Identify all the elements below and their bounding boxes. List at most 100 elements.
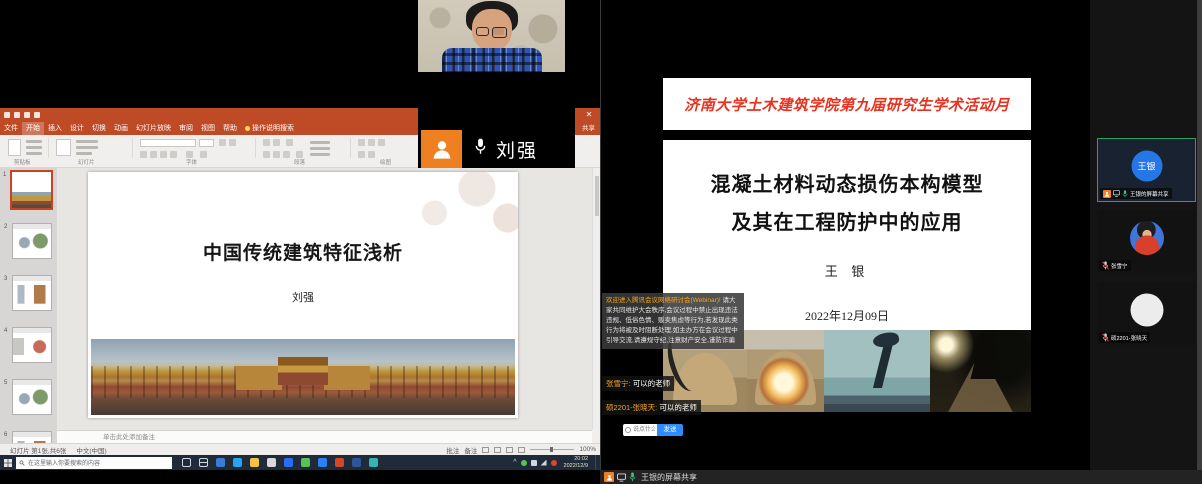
task-view-icon[interactable] <box>199 458 208 467</box>
close-icon[interactable]: ✕ <box>578 108 600 122</box>
tab-slideshow[interactable]: 幻灯片放映 <box>132 122 175 135</box>
shape-fill-button[interactable] <box>358 151 365 158</box>
participant-tile[interactable]: 硕2201-张晓天 <box>1097 282 1196 345</box>
zoom-level[interactable]: 100% <box>579 446 596 453</box>
align-text-button[interactable] <box>310 147 330 150</box>
app-icon[interactable] <box>216 458 225 467</box>
slide-thumbnail[interactable]: 4 <box>12 327 52 363</box>
align-center-button[interactable] <box>273 151 280 158</box>
slide-canvas[interactable]: 中国传统建筑特征浅析 刘强 <box>88 172 518 418</box>
zoom-slider-thumb[interactable] <box>550 447 553 452</box>
file-explorer-icon[interactable] <box>250 458 259 467</box>
taskbar-clock[interactable]: 20:02 2022/12/9 <box>561 456 591 469</box>
edge-icon[interactable] <box>233 458 242 467</box>
bullets-button[interactable] <box>263 139 270 146</box>
word-icon[interactable] <box>352 458 361 467</box>
section-button[interactable] <box>76 152 92 155</box>
quick-styles-button[interactable] <box>378 139 385 146</box>
vertical-scrollbar[interactable] <box>592 168 600 430</box>
slideshow-icon[interactable] <box>34 112 40 118</box>
send-button[interactable]: 发送 <box>657 424 683 436</box>
sidebar-scrollbar[interactable] <box>1197 0 1202 470</box>
undo-icon[interactable] <box>14 112 20 118</box>
tab-home[interactable]: 开始 <box>22 122 44 135</box>
tab-animations[interactable]: 动画 <box>110 122 132 135</box>
tab-review[interactable]: 审阅 <box>175 122 197 135</box>
show-desktop-button[interactable] <box>595 455 598 470</box>
align-right-button[interactable] <box>283 151 290 158</box>
slide-thumbnail[interactable]: 1 <box>10 170 53 210</box>
smartart-button[interactable] <box>310 153 330 156</box>
tab-design[interactable]: 设计 <box>66 122 88 135</box>
slide-thumbnail-panel[interactable]: 1 2 3 4 5 6 <box>0 168 57 443</box>
numbering-button[interactable] <box>273 139 280 146</box>
shape-outline-button[interactable] <box>368 151 375 158</box>
slide-thumbnail[interactable]: 2 <box>12 223 52 259</box>
tab-view[interactable]: 视图 <box>197 122 219 135</box>
slide-sorter-icon[interactable] <box>494 447 501 453</box>
indent-button[interactable] <box>286 139 293 146</box>
new-slide-button[interactable] <box>56 139 71 156</box>
tray-expand-icon[interactable]: ^ <box>513 460 516 466</box>
share-button[interactable]: 共享 <box>579 122 598 135</box>
zoom-slider[interactable] <box>530 449 574 450</box>
comments-toggle[interactable]: 批注 <box>446 445 459 455</box>
align-left-button[interactable] <box>263 151 270 158</box>
strikethrough-button[interactable] <box>170 151 177 158</box>
cortana-icon[interactable] <box>182 458 191 467</box>
reset-button[interactable] <box>76 146 98 149</box>
powerpoint-icon[interactable] <box>335 458 344 467</box>
taskbar-search[interactable]: 在这里输入你要搜索的内容 <box>16 457 172 469</box>
save-icon[interactable] <box>4 112 10 118</box>
tab-file[interactable]: 文件 <box>0 122 22 135</box>
tab-insert[interactable]: 插入 <box>44 122 66 135</box>
tab-transitions[interactable]: 切换 <box>88 122 110 135</box>
mail-icon[interactable] <box>284 458 293 467</box>
tell-me-search[interactable]: 操作说明搜索 <box>241 122 298 135</box>
meeting-app-icon[interactable] <box>369 458 378 467</box>
webcam-video[interactable] <box>418 0 565 72</box>
arrange-button[interactable] <box>368 139 375 146</box>
font-name-box[interactable] <box>140 139 196 147</box>
slide-author-text[interactable]: 刘强 <box>88 289 518 305</box>
slide-thumbnail[interactable]: 5 <box>12 379 52 415</box>
slideshow-view-icon[interactable] <box>518 447 525 453</box>
font-color-button[interactable] <box>200 151 207 158</box>
notes-pane[interactable]: 单击此处添加备注 <box>57 430 592 443</box>
text-shadow-button[interactable] <box>186 151 193 158</box>
underline-button[interactable] <box>160 151 167 158</box>
battery-icon[interactable] <box>531 460 537 466</box>
slide-thumbnail[interactable]: 6 <box>12 431 52 443</box>
wechat-icon[interactable] <box>301 458 310 467</box>
quick-access-toolbar[interactable] <box>4 112 40 118</box>
network-icon[interactable] <box>541 460 547 466</box>
copy-button[interactable] <box>26 146 42 149</box>
start-button[interactable] <box>0 455 16 470</box>
participant-tile[interactable]: 张雪宁 <box>1097 210 1196 273</box>
tray-app-icon[interactable] <box>551 460 557 466</box>
layout-button[interactable] <box>76 140 98 143</box>
paste-button[interactable] <box>8 139 21 156</box>
participant-tile-sharing[interactable]: 王银 王银的屏幕共享 <box>1097 138 1196 202</box>
italic-button[interactable] <box>150 151 157 158</box>
decrease-font-button[interactable] <box>229 139 236 146</box>
slide-thumbnail[interactable]: 3 <box>12 275 52 311</box>
font-size-box[interactable] <box>199 139 214 147</box>
format-painter-button[interactable] <box>26 152 42 155</box>
tray-status-icon[interactable] <box>521 460 527 466</box>
tab-help[interactable]: 帮助 <box>219 122 241 135</box>
cut-button[interactable] <box>26 140 42 143</box>
columns-button[interactable] <box>296 151 303 158</box>
increase-font-button[interactable] <box>219 139 226 146</box>
qq-icon[interactable] <box>318 458 327 467</box>
bold-button[interactable] <box>140 151 147 158</box>
language-status[interactable]: 中文(中国) <box>76 445 106 455</box>
shapes-button[interactable] <box>358 139 365 146</box>
notes-toggle[interactable]: 备注 <box>464 445 477 455</box>
store-icon[interactable] <box>267 458 276 467</box>
text-direction-button[interactable] <box>310 141 330 144</box>
reading-view-icon[interactable] <box>506 447 513 453</box>
redo-icon[interactable] <box>24 112 30 118</box>
forbidden-city-photo[interactable] <box>91 339 515 415</box>
normal-view-icon[interactable] <box>482 447 489 453</box>
